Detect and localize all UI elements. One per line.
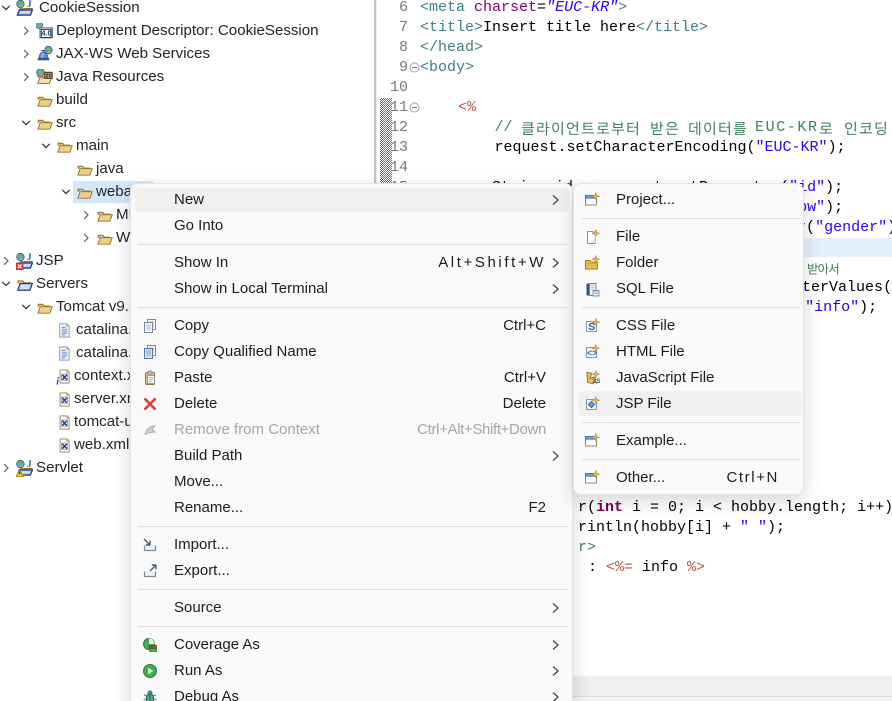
svg-text:JS: JS	[593, 378, 600, 385]
svg-text:J: J	[27, 460, 32, 470]
svg-text:i: i	[56, 376, 59, 385]
svg-text:J: J	[27, 0, 32, 10]
svg-text:J: J	[27, 253, 32, 263]
